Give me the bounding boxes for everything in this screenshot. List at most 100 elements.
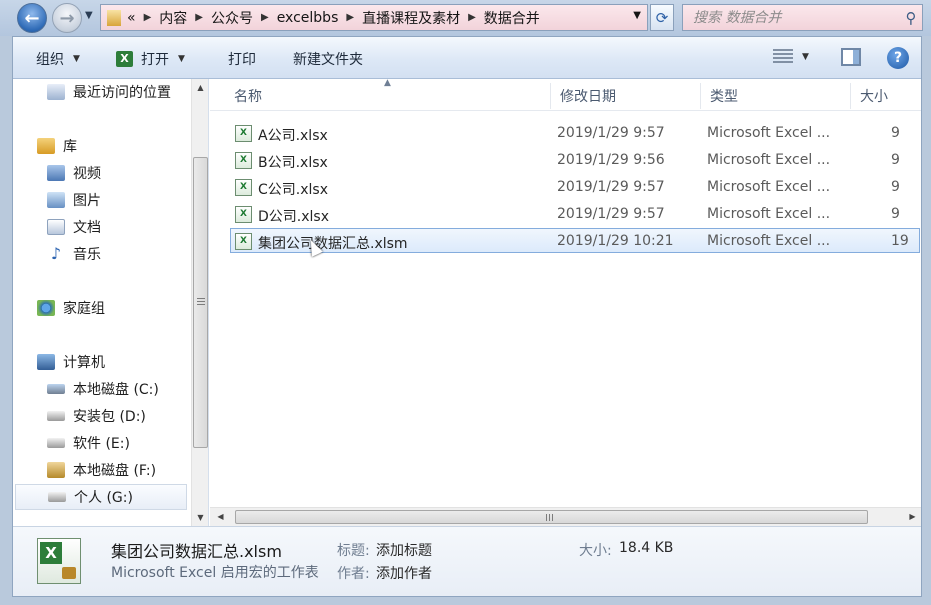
scroll-up-icon[interactable]: ▲	[192, 79, 209, 96]
address-toolbar: ← → ▼ « ▶ 内容 ▶ 公众号 ▶ excelbbs ▶ 直播课程及素材 …	[0, 0, 931, 36]
drive-key-icon	[47, 462, 65, 478]
nav-item-drive-c[interactable]: 本地磁盘 (C:)	[47, 377, 159, 401]
file-row[interactable]: X C公司.xlsx 2019/1/29 9:57 Microsoft Exce…	[231, 175, 921, 200]
sort-ascending-icon: ▲	[384, 79, 391, 88]
library-icon	[37, 138, 55, 154]
file-size: 19	[891, 233, 909, 249]
excel-file-icon: X	[235, 125, 252, 142]
nav-item-music[interactable]: ♪ 音乐	[47, 242, 101, 266]
scroll-left-icon[interactable]: ◀	[212, 508, 229, 526]
new-folder-button[interactable]: 新建文件夹	[293, 49, 363, 69]
nav-item-drive-e[interactable]: 软件 (E:)	[47, 431, 130, 455]
column-header-modified[interactable]: 修改日期	[560, 86, 616, 106]
search-icon[interactable]: ⚲	[900, 9, 922, 27]
file-size: 9	[891, 152, 900, 168]
help-icon[interactable]: ?	[887, 47, 909, 69]
address-bar[interactable]: « ▶ 内容 ▶ 公众号 ▶ excelbbs ▶ 直播课程及素材 ▶ 数据合并…	[100, 4, 648, 31]
file-list: ▲ 名称 修改日期 类型 大小 X A公司.xlsx 2019/1/29 9:5…	[210, 79, 921, 526]
chevron-right-icon[interactable]: ▶	[261, 12, 269, 23]
refresh-button[interactable]: ⟳	[650, 4, 674, 31]
column-divider[interactable]	[550, 83, 551, 109]
excel-file-icon: X	[235, 179, 252, 196]
nav-item-drive-d[interactable]: 安装包 (D:)	[47, 404, 146, 428]
file-row[interactable]: X A公司.xlsx 2019/1/29 9:57 Microsoft Exce…	[231, 121, 921, 146]
search-input[interactable]	[683, 9, 900, 26]
open-button[interactable]: X 打开 ▼	[116, 49, 185, 69]
column-divider[interactable]	[700, 83, 701, 109]
nav-item-drive-f[interactable]: 本地磁盘 (F:)	[47, 458, 156, 482]
search-box[interactable]: ⚲	[682, 4, 923, 31]
details-title-field[interactable]: 添加标题	[376, 540, 432, 560]
column-header-type[interactable]: 类型	[710, 86, 738, 106]
column-divider[interactable]	[850, 83, 851, 109]
breadcrumb-item[interactable]: 公众号	[211, 8, 253, 28]
forward-button[interactable]: →	[52, 3, 82, 33]
chevron-down-icon[interactable]: ▼	[633, 10, 641, 21]
breadcrumb-item[interactable]: 直播课程及素材	[362, 8, 460, 28]
forward-arrow-icon: →	[59, 7, 75, 29]
homegroup-icon	[37, 300, 55, 316]
file-size: 9	[891, 125, 900, 141]
file-name: A公司.xlsx	[258, 128, 328, 144]
computer-icon	[37, 354, 55, 370]
nav-label: 音乐	[73, 247, 101, 263]
breadcrumb-item[interactable]: excelbbs	[277, 10, 339, 26]
nav-item-homegroup[interactable]: 家庭组	[37, 296, 105, 320]
back-arrow-icon: ←	[24, 7, 40, 29]
back-button[interactable]: ←	[17, 3, 47, 33]
nav-item-computer[interactable]: 计算机	[37, 350, 105, 374]
breadcrumb-overflow[interactable]: «	[127, 10, 136, 26]
organize-button[interactable]: 组织 ▼	[36, 49, 80, 69]
scroll-thumb[interactable]	[193, 157, 208, 448]
chevron-right-icon[interactable]: ▶	[468, 12, 476, 23]
details-file-name: 集团公司数据汇总.xlsm	[111, 542, 282, 561]
breadcrumb-item[interactable]: 内容	[159, 8, 187, 28]
chevron-right-icon[interactable]: ▶	[346, 12, 354, 23]
scroll-right-icon[interactable]: ▶	[904, 508, 921, 526]
nav-item-recent[interactable]: 最近访问的位置	[47, 80, 171, 104]
excel-macro-file-icon: X	[37, 538, 81, 584]
change-view-button[interactable]: ▼	[773, 49, 809, 65]
navigation-pane: 最近访问的位置 库 视频 图片 文档 ♪ 音乐 家庭组 计算机 本地磁盘 (C:…	[13, 79, 209, 526]
file-size: 9	[891, 206, 900, 222]
system-drive-icon	[47, 384, 65, 394]
nav-item-pictures[interactable]: 图片	[47, 188, 101, 212]
preview-pane-icon[interactable]	[841, 48, 861, 66]
grip-icon	[197, 298, 205, 307]
nav-label: 图片	[73, 193, 101, 209]
file-row[interactable]: X B公司.xlsx 2019/1/29 9:56 Microsoft Exce…	[231, 148, 921, 173]
nav-item-drive-g[interactable]: 个人 (G:)	[15, 484, 187, 510]
file-row-selected[interactable]: X 集团公司数据汇总.xlsm 2019/1/29 10:21 Microsof…	[230, 228, 920, 253]
explorer-window: 组织 ▼ X 打开 ▼ 打印 新建文件夹 ▼ ? 最近访问的位置 库 视频 图片…	[12, 36, 922, 597]
horizontal-scrollbar[interactable]: ◀ ▶	[210, 507, 921, 526]
details-author-field[interactable]: 添加作者	[376, 563, 432, 583]
scroll-thumb[interactable]	[235, 510, 868, 524]
file-row[interactable]: X D公司.xlsx 2019/1/29 9:57 Microsoft Exce…	[231, 202, 921, 227]
nav-item-documents[interactable]: 文档	[47, 215, 101, 239]
details-size-label: 大小:	[579, 543, 612, 559]
excel-file-icon: X	[235, 152, 252, 169]
column-header-size[interactable]: 大小	[860, 86, 888, 106]
chevron-right-icon[interactable]: ▶	[144, 12, 152, 23]
column-header-row: ▲ 名称 修改日期 类型 大小	[210, 79, 921, 111]
nav-item-library[interactable]: 库	[37, 134, 77, 158]
nav-item-videos[interactable]: 视频	[47, 161, 101, 185]
column-header-name[interactable]: 名称	[234, 86, 262, 106]
file-date: 2019/1/29 9:57	[557, 206, 665, 222]
details-title-label: 标题:	[337, 543, 370, 559]
file-date: 2019/1/29 9:57	[557, 125, 665, 141]
excel-macro-file-icon: X	[235, 233, 252, 250]
views-icon	[773, 49, 793, 65]
nav-scrollbar[interactable]: ▲ ▼	[191, 79, 208, 526]
chevron-right-icon[interactable]: ▶	[195, 12, 203, 23]
caret-down-icon: ▼	[178, 54, 185, 64]
recent-pages-dropdown[interactable]: ▼	[85, 10, 93, 21]
file-date: 2019/1/29 9:56	[557, 152, 665, 168]
file-name: B公司.xlsx	[258, 155, 328, 171]
caret-down-icon: ▼	[802, 52, 809, 62]
print-button[interactable]: 打印	[228, 49, 256, 69]
breadcrumb-item-current[interactable]: 数据合并	[484, 8, 540, 28]
details-file-type: Microsoft Excel 启用宏的工作表	[111, 565, 319, 581]
nav-label: 个人 (G:)	[74, 490, 133, 506]
scroll-down-icon[interactable]: ▼	[192, 509, 209, 526]
